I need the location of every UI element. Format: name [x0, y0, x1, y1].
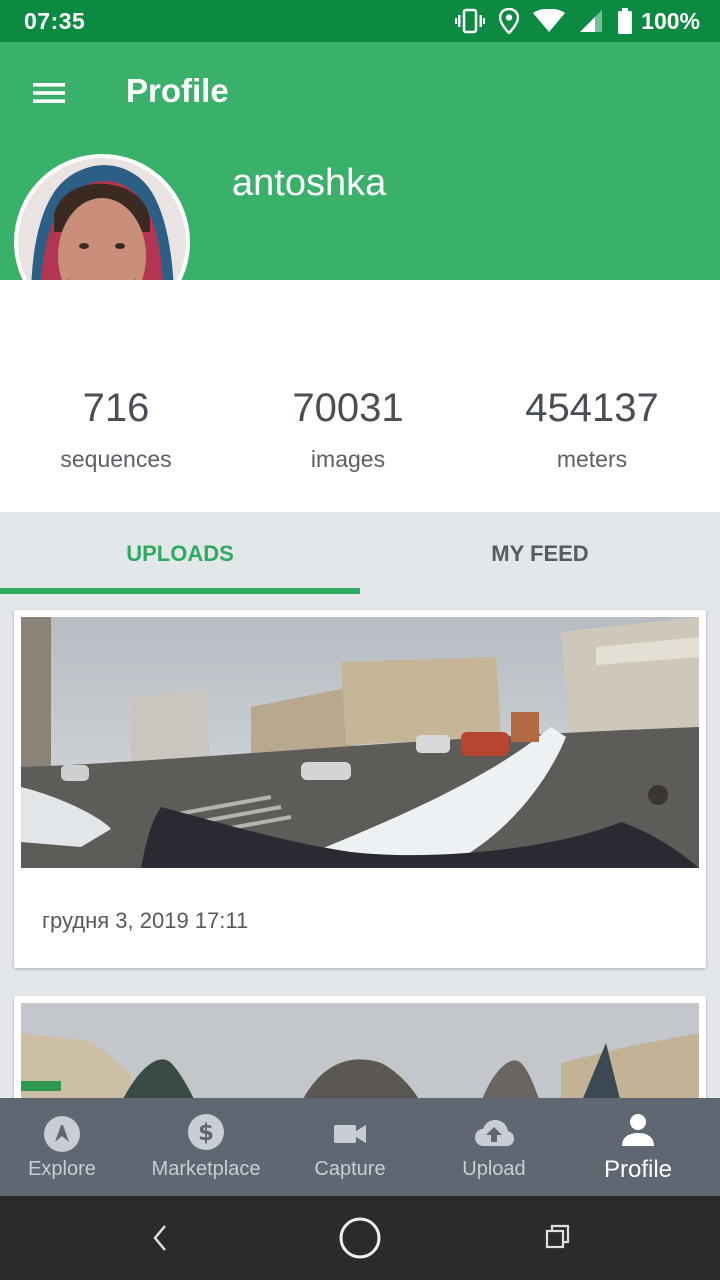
nav-marketplace[interactable]: $ Marketplace — [134, 1098, 278, 1196]
panorama-image — [21, 617, 699, 868]
status-bar: 07:35 100% — [0, 0, 720, 42]
upload-card[interactable]: грудня 3, 2019 17:11 — [14, 610, 706, 968]
tab-uploads[interactable]: UPLOADS — [0, 512, 360, 596]
stat-images-label: images — [310, 446, 386, 472]
nav-marketplace-label: Marketplace — [151, 1158, 261, 1180]
tab-my-feed[interactable]: MY FEED — [360, 512, 720, 596]
stat-sequences-value: 716 — [82, 386, 150, 430]
cloud-upload-icon — [475, 1120, 514, 1146]
page-title: Profile — [126, 72, 229, 109]
nav-capture-label: Capture — [314, 1158, 386, 1180]
nav-upload-label: Upload — [462, 1158, 526, 1180]
signal-icon — [580, 10, 603, 32]
nav-profile[interactable]: Profile — [566, 1098, 710, 1196]
recents-icon — [545, 1224, 570, 1249]
username: antoshka — [232, 162, 387, 204]
battery-percent: 100% — [641, 7, 700, 34]
wifi-icon — [533, 9, 566, 32]
vibrate-icon — [455, 8, 486, 34]
stat-sequences: 716 sequences — [0, 384, 236, 473]
stat-sequences-label: sequences — [60, 446, 172, 472]
location-icon — [499, 8, 520, 34]
back-button[interactable] — [136, 1214, 184, 1262]
upload-date: грудня 3, 2019 17:11 — [42, 908, 249, 933]
panorama-thumbnail[interactable] — [21, 617, 699, 868]
person-icon — [622, 1114, 654, 1146]
svg-text:$: $ — [198, 1120, 214, 1146]
nav-explore-label: Explore — [28, 1158, 96, 1180]
stat-meters-value: 454137 — [525, 386, 659, 430]
stat-images: 70031 images — [228, 384, 468, 473]
nav-upload[interactable]: Upload — [422, 1098, 566, 1196]
tab-indicator — [0, 588, 360, 594]
nav-explore[interactable]: Explore — [0, 1098, 134, 1196]
nav-profile-label: Profile — [603, 1156, 673, 1183]
back-icon — [153, 1225, 166, 1251]
stat-meters: 454137 meters — [472, 384, 712, 473]
system-navigation-bar — [0, 1196, 720, 1280]
status-time: 07:35 — [24, 8, 86, 34]
explore-icon — [44, 1116, 80, 1152]
home-icon — [339, 1217, 381, 1259]
status-icons: 100% — [455, 6, 700, 36]
battery-icon — [618, 8, 633, 34]
videocam-icon — [334, 1125, 366, 1143]
recents-button[interactable] — [534, 1214, 582, 1262]
tab-bar: UPLOADS MY FEED — [0, 512, 720, 596]
profile-stats: 716 sequences 70031 images 454137 meters — [0, 280, 720, 512]
hamburger-menu-icon — [33, 83, 65, 103]
dollar-icon: $ — [188, 1114, 224, 1150]
stat-images-value: 70031 — [292, 386, 404, 430]
bottom-navigation: Explore $ Marketplace Capture Upload Pro… — [0, 1098, 720, 1196]
menu-button[interactable] — [22, 70, 76, 116]
home-button[interactable] — [334, 1212, 386, 1264]
stat-meters-label: meters — [556, 446, 628, 472]
nav-capture[interactable]: Capture — [278, 1098, 422, 1196]
